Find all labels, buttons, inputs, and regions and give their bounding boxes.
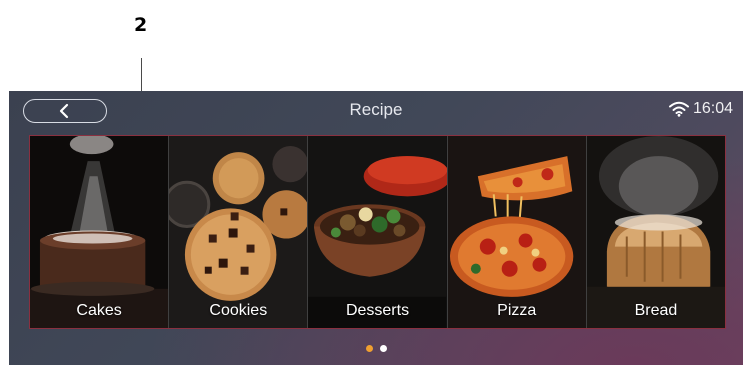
page-title: Recipe [349,100,403,119]
recipe-screen: Recipe 16:04 Cakes Cookies Desserts Pizz… [9,91,743,365]
page-dot[interactable] [379,345,387,352]
bread-image [586,136,726,328]
category-tile-cookies[interactable]: Cookies [169,136,309,328]
category-tile-cakes[interactable]: Cakes [30,136,170,328]
category-label: Desserts [345,302,410,319]
callout-number: 2 [134,14,148,36]
status-time: 16:04 [692,100,733,117]
category-label: Pizza [497,302,537,319]
wifi-icon [668,101,689,117]
category-label: Cookies [209,302,268,319]
page-indicator [9,345,743,352]
page-dot-active[interactable] [365,345,373,352]
category-label: Cakes [76,302,122,319]
category-tile-desserts[interactable]: Desserts [308,136,448,328]
recipe-category-grid: Cakes Cookies Desserts Pizza Bread [29,135,726,329]
status-bar: 16:04 [668,100,733,118]
cookies-image [169,136,308,328]
pizza-image [447,136,586,328]
desserts-image [308,136,447,328]
cake-image [30,136,169,328]
category-label: Bread [634,302,678,319]
category-tile-pizza[interactable]: Pizza [447,136,587,328]
category-tile-bread[interactable]: Bread [586,136,726,328]
